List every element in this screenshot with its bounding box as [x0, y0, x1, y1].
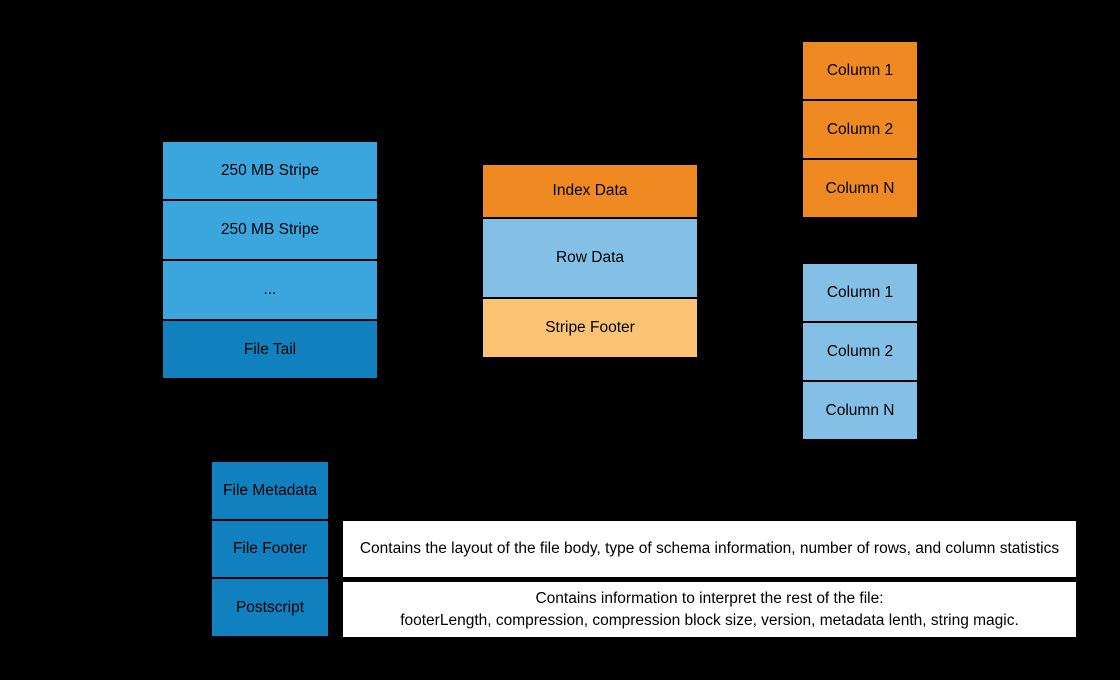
row-column-2[interactable]: Column 2	[803, 323, 917, 382]
file-tail-detail-stack: File Metadata File Footer Postscript	[210, 460, 330, 638]
postscript-cell[interactable]: Postscript	[212, 579, 328, 637]
index-column-1[interactable]: Column 1	[803, 42, 917, 101]
stripe-footer-cell[interactable]: Stripe Footer	[483, 299, 697, 357]
file-metadata-cell[interactable]: File Metadata	[212, 462, 328, 521]
row-column-1[interactable]: Column 1	[803, 264, 917, 323]
diagram-canvas: 250 MB Stripe 250 MB Stripe ... File Tai…	[0, 0, 1120, 680]
index-columns-stack: Column 1 Column 2 Column N	[801, 40, 919, 219]
index-column-n[interactable]: Column N	[803, 160, 917, 217]
stripe-cell-1[interactable]: 250 MB Stripe	[163, 142, 377, 201]
row-data-cell[interactable]: Row Data	[483, 219, 697, 299]
stripe-detail-stack: Index Data Row Data Stripe Footer	[481, 163, 699, 359]
index-column-2[interactable]: Column 2	[803, 101, 917, 160]
stripe-cell-ellipsis[interactable]: ...	[163, 261, 377, 321]
row-columns-stack: Column 1 Column 2 Column N	[801, 262, 919, 441]
index-data-cell[interactable]: Index Data	[483, 165, 697, 219]
file-footer-cell[interactable]: File Footer	[212, 520, 328, 580]
file-body-stack: 250 MB Stripe 250 MB Stripe ... File Tai…	[161, 140, 379, 380]
row-column-n[interactable]: Column N	[803, 382, 917, 439]
file-footer-description: Contains the layout of the file body, ty…	[341, 519, 1078, 579]
postscript-description: Contains information to interpret the re…	[341, 580, 1078, 639]
stripe-cell-2[interactable]: 250 MB Stripe	[163, 201, 377, 261]
file-tail-cell[interactable]: File Tail	[163, 321, 377, 378]
